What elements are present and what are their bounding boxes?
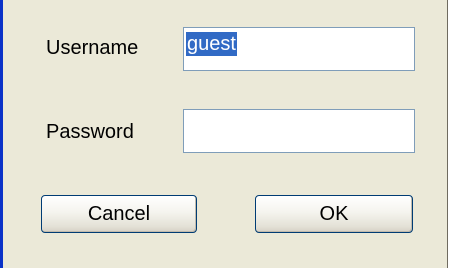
login-dialog: Username guest Password Cancel OK: [0, 0, 448, 268]
username-value: guest: [186, 32, 237, 56]
username-label: Username: [46, 37, 139, 59]
password-label: Password: [46, 121, 134, 143]
username-field[interactable]: guest: [183, 27, 415, 71]
ok-button[interactable]: OK: [255, 195, 413, 233]
cancel-button[interactable]: Cancel: [41, 195, 197, 233]
password-field[interactable]: [183, 109, 415, 153]
